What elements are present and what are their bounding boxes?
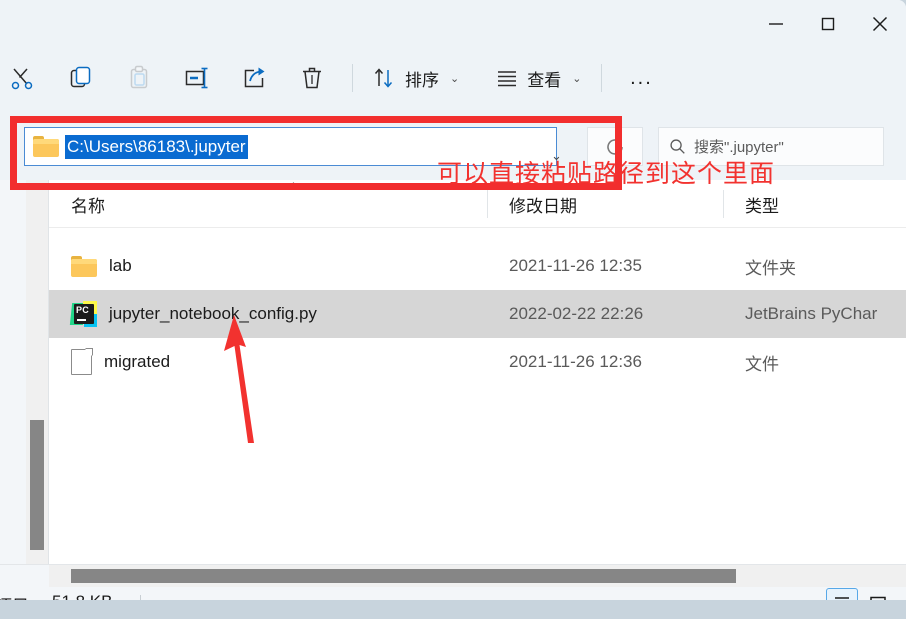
nav-scrollbar-thumb[interactable] [30, 420, 44, 550]
cut-button[interactable] [0, 56, 52, 100]
pycharm-icon: PC [69, 301, 97, 327]
clipboard-icon [130, 65, 148, 89]
copy-button[interactable] [52, 56, 110, 100]
file-name-cell: lab [71, 255, 132, 277]
address-path-text: C:\Users\86183\.jupyter [65, 134, 248, 159]
rename-icon [185, 67, 208, 89]
status-bar: 个项目 51.8 KB [0, 587, 906, 600]
column-divider[interactable] [487, 190, 488, 218]
sort-arrows-icon [374, 68, 393, 88]
ellipsis-icon: ... [630, 67, 653, 89]
file-type-cell: 文件夹 [745, 258, 796, 278]
large-icons-view-button[interactable] [862, 588, 894, 600]
scissors-icon [11, 68, 33, 90]
file-type-cell: JetBrains PyChar [745, 304, 878, 323]
table-row[interactable]: lab 2021-11-26 12:35 文件夹 [49, 242, 906, 290]
column-header-name[interactable]: 名称 [71, 180, 105, 228]
status-item-count: 个项目 [0, 592, 29, 600]
sort-indicator-icon: ⌃ [288, 180, 299, 195]
file-type-cell: 文件 [745, 354, 779, 374]
chevron-down-icon: ⌄ [572, 72, 582, 85]
table-row[interactable]: migrated 2021-11-26 12:36 文件 [49, 338, 906, 386]
annotation-note-text: 可以直接粘贴路径到这个里面 [437, 160, 776, 188]
column-header-type-label: 类型 [745, 196, 779, 216]
folder-icon [71, 255, 97, 277]
nav-vertical-scrollbar[interactable] [26, 180, 48, 565]
details-view-button[interactable] [826, 588, 858, 600]
trash-icon [303, 67, 321, 89]
file-date-cell: 2021-11-26 12:36 [509, 352, 642, 371]
share-icon [244, 67, 265, 88]
details-view-icon [835, 597, 849, 599]
horizontal-scrollbar-thumb[interactable] [71, 569, 736, 583]
minimize-button[interactable] [750, 0, 802, 48]
file-name-text: lab [109, 256, 132, 275]
maximize-button[interactable] [802, 0, 854, 48]
view-toggle-group [826, 588, 894, 600]
toolbar-divider [601, 64, 603, 92]
paste-button [110, 56, 168, 100]
file-explorer-window: 排序 ⌄ 查看 ⌄ ... C:\Users\86183\.jupyter ⌄ … [0, 0, 906, 600]
more-options-button[interactable]: ... [612, 56, 670, 100]
file-name-text: migrated [104, 352, 171, 371]
window-controls [750, 0, 906, 48]
status-total-size: 51.8 KB [52, 592, 113, 600]
close-button[interactable] [854, 0, 906, 48]
view-button[interactable]: 查看 ⌄ [485, 56, 591, 100]
folder-icon [33, 136, 59, 157]
delete-button[interactable] [284, 56, 342, 100]
command-bar: 排序 ⌄ 查看 ⌄ ... [0, 48, 906, 108]
navigation-pane: SD [0, 180, 26, 565]
list-lines-icon [498, 71, 517, 87]
table-row[interactable]: PC jupyter_notebook_config.py 2022-02-22… [49, 290, 906, 338]
copy-icon [70, 66, 91, 88]
column-header-date-label: 修改日期 [509, 196, 577, 216]
file-name-cell: PC jupyter_notebook_config.py [69, 301, 317, 327]
search-icon [670, 139, 685, 154]
share-button[interactable] [226, 56, 284, 100]
title-bar [0, 0, 906, 48]
file-list: 名称 ⌃ 修改日期 类型 lab 2021-11-26 12:35 文件夹 PC… [49, 180, 906, 565]
sort-label: 排序 [405, 70, 439, 90]
view-label: 查看 [527, 70, 562, 90]
file-date-cell: 2021-11-26 12:35 [509, 256, 642, 275]
large-icons-view-icon [870, 596, 886, 600]
sort-button[interactable]: 排序 ⌄ [363, 56, 469, 100]
chevron-down-icon: ⌄ [450, 72, 460, 85]
column-divider[interactable] [723, 190, 724, 218]
file-date-cell: 2022-02-22 22:26 [509, 304, 644, 323]
rename-button[interactable] [168, 56, 226, 100]
horizontal-scrollbar[interactable] [49, 565, 906, 587]
file-icon [71, 348, 93, 375]
toolbar-divider [352, 64, 353, 92]
file-name-cell: migrated [71, 348, 171, 375]
status-divider [140, 595, 141, 600]
column-header-name-label: 名称 [71, 196, 105, 216]
file-name-text: jupyter_notebook_config.py [109, 304, 317, 323]
